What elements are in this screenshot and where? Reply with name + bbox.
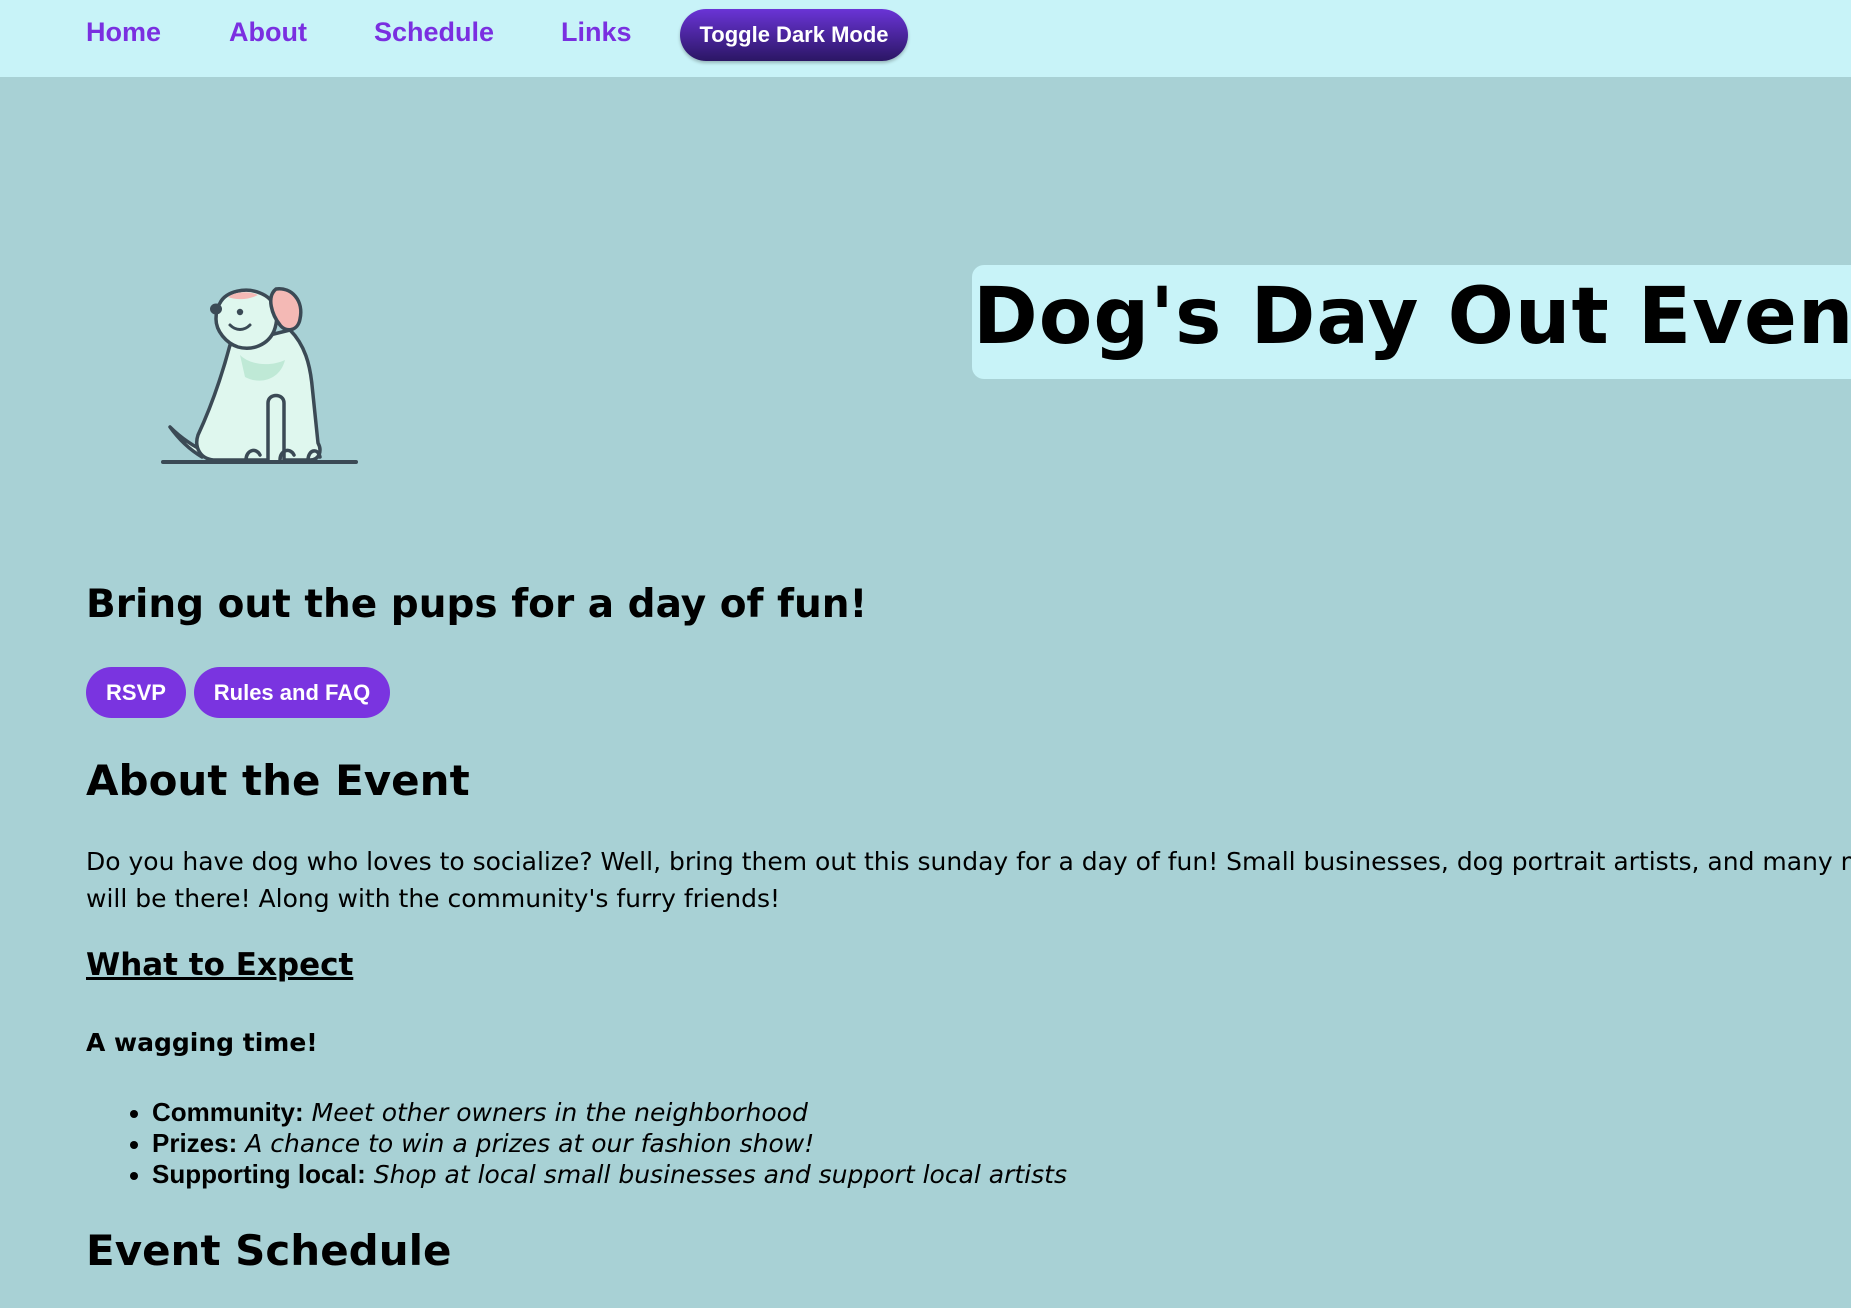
about-paragraph-line: Do you have dog who loves to socialize? … xyxy=(86,847,1851,876)
toggle-dark-mode-button[interactable]: Toggle Dark Mode xyxy=(680,9,908,61)
page-title: Dog's Day Out Event xyxy=(973,272,1851,362)
list-item: Community: Meet other owners in the neig… xyxy=(152,1097,1067,1128)
what-to-expect-heading: What to Expect xyxy=(86,947,354,983)
navbar: Home About Schedule Links Toggle Dark Mo… xyxy=(0,0,1851,77)
about-heading: About the Event xyxy=(86,756,470,805)
rules-faq-button[interactable]: Rules and FAQ xyxy=(194,667,390,718)
event-schedule-heading: Event Schedule xyxy=(86,1226,452,1275)
list-item-label: Community: xyxy=(152,1097,304,1127)
rsvp-button[interactable]: RSVP xyxy=(86,667,186,718)
expect-subheading: A wagging time! xyxy=(86,1028,318,1057)
nav-link-about[interactable]: About xyxy=(229,17,307,48)
list-item: Supporting local: Shop at local small bu… xyxy=(152,1159,1067,1190)
list-item-text: Shop at local small businesses and suppo… xyxy=(373,1160,1067,1189)
nav-link-home[interactable]: Home xyxy=(86,17,161,48)
list-item-text: A chance to win a prizes at our fashion … xyxy=(245,1129,815,1158)
list-item: Prizes: A chance to win a prizes at our … xyxy=(152,1128,1067,1159)
nav-link-links[interactable]: Links xyxy=(561,17,632,48)
about-paragraph-line: will be there! Along with the community'… xyxy=(86,884,780,913)
tagline: Bring out the pups for a day of fun! xyxy=(86,582,868,627)
list-item-label: Prizes: xyxy=(152,1128,238,1158)
nav-link-schedule[interactable]: Schedule xyxy=(374,17,494,48)
dog-logo-icon xyxy=(161,287,358,464)
list-item-text: Meet other owners in the neighborhood xyxy=(311,1098,808,1127)
expect-list: Community: Meet other owners in the neig… xyxy=(86,1097,1067,1190)
about-paragraph: Do you have dog who loves to socialize? … xyxy=(86,843,1851,917)
list-item-label: Supporting local: xyxy=(152,1159,366,1189)
